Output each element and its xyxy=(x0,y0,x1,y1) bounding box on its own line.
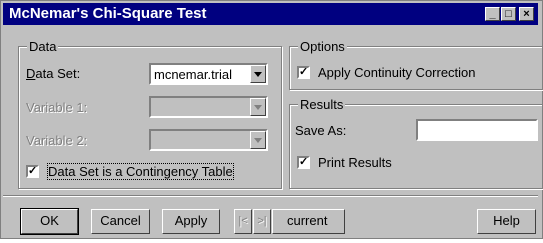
current-button[interactable]: current xyxy=(272,209,345,234)
previous-button[interactable]: |< xyxy=(234,209,252,234)
save-as-input[interactable] xyxy=(416,119,538,141)
data-group-legend: Data xyxy=(27,39,59,54)
variable1-combo[interactable] xyxy=(149,96,268,118)
window-title: McNemar's Chi-Square Test xyxy=(9,5,207,22)
close-button[interactable]: × xyxy=(519,7,534,21)
variable2-combo[interactable] xyxy=(149,129,268,151)
chevron-down-icon[interactable] xyxy=(250,98,266,116)
continuity-checkbox[interactable]: ✓ xyxy=(297,66,310,79)
print-results-checkbox[interactable]: ✓ xyxy=(297,156,310,169)
continuity-label[interactable]: Apply Continuity Correction xyxy=(318,65,476,80)
maximize-button[interactable]: □ xyxy=(501,7,516,21)
options-group-legend: Options xyxy=(298,39,347,54)
minimize-icon: _ xyxy=(489,8,496,20)
title-bar[interactable]: McNemar's Chi-Square Test _ □ × xyxy=(3,3,538,25)
help-button[interactable]: Help xyxy=(477,209,536,234)
save-as-label: Save As: xyxy=(295,123,347,138)
cancel-button[interactable]: Cancel xyxy=(91,209,150,234)
data-group: Data Data Set: mcnemar.trial Variable 1:… xyxy=(18,39,282,189)
next-button[interactable]: >| xyxy=(253,209,271,234)
check-icon: ✓ xyxy=(299,156,309,168)
ok-button[interactable]: OK xyxy=(20,208,79,235)
variable1-label: Variable 1: xyxy=(26,100,88,115)
data-set-combo[interactable]: mcnemar.trial xyxy=(149,63,268,85)
close-icon: × xyxy=(523,8,530,20)
results-group: Results Save As: ✓ Print Results xyxy=(289,97,543,189)
data-set-value: mcnemar.trial xyxy=(154,67,233,82)
results-group-legend: Results xyxy=(298,97,346,112)
maximize-icon: □ xyxy=(505,8,512,20)
check-icon: ✓ xyxy=(299,66,309,78)
separator xyxy=(3,195,538,197)
variable2-label: Variable 2: xyxy=(26,133,88,148)
chevron-down-icon[interactable] xyxy=(250,131,266,149)
minimize-button[interactable]: _ xyxy=(485,7,500,21)
chevron-down-icon[interactable] xyxy=(250,65,266,83)
contingency-checkbox[interactable]: ✓ xyxy=(26,165,39,178)
dialog-window: McNemar's Chi-Square Test _ □ × Data Dat… xyxy=(0,0,543,239)
contingency-label[interactable]: Data Set is a Contingency Table xyxy=(47,163,234,180)
options-group: Options ✓ Apply Continuity Correction xyxy=(289,39,543,90)
apply-button[interactable]: Apply xyxy=(162,209,220,234)
check-icon: ✓ xyxy=(28,165,38,177)
data-set-label: Data Set: xyxy=(26,66,81,81)
print-results-label[interactable]: Print Results xyxy=(318,155,392,170)
